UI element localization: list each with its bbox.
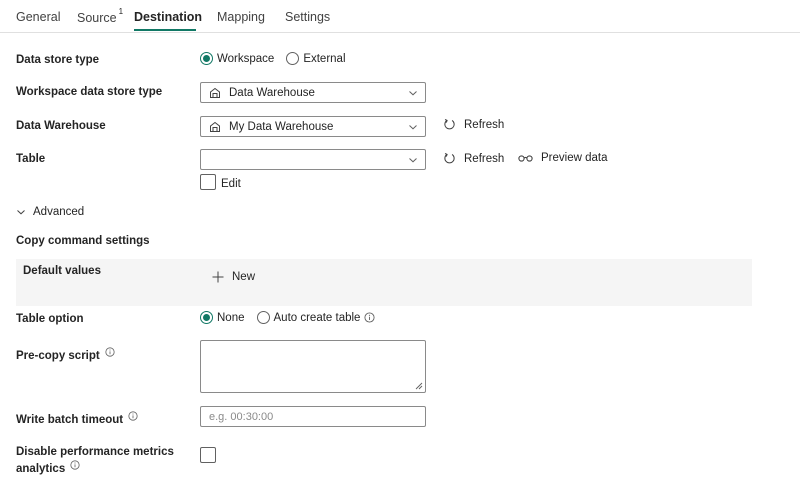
table-dropdown[interactable] [200, 149, 426, 170]
write-batch-timeout-input[interactable] [200, 406, 426, 427]
refresh-icon [444, 153, 455, 164]
tab-general[interactable]: General [16, 10, 60, 24]
radio-workspace-label[interactable]: Workspace [217, 53, 274, 65]
info-icon[interactable] [105, 347, 115, 357]
disable-perf-metrics-label: Disable performance metrics analytics [16, 444, 174, 477]
workspace-data-store-type-label: Workspace data store type [16, 86, 163, 98]
data-warehouse-label: Data Warehouse [16, 120, 106, 132]
disable-perf-metrics-label-line1: Disable performance metrics [16, 446, 174, 458]
chevron-down-icon [409, 91, 417, 96]
data-store-type-label: Data store type [16, 54, 100, 66]
resize-handle-icon[interactable] [415, 382, 423, 390]
radio-auto-create-table[interactable] [256, 311, 270, 324]
tab-source-label: Source [77, 11, 117, 26]
write-batch-timeout-label: Write batch timeout [16, 411, 138, 426]
glasses-icon [518, 155, 533, 162]
tab-source[interactable]: Source 1 [77, 7, 124, 26]
chevron-down-icon [17, 210, 25, 215]
radio-auto-create-table-label[interactable]: Auto create table [274, 312, 361, 324]
data-store-type-radio-group: Workspace External [200, 52, 358, 65]
advanced-toggle[interactable]: Advanced [16, 206, 84, 218]
tab-settings-label: Settings [285, 10, 331, 24]
workspace-data-store-type-value: Data Warehouse [229, 86, 315, 99]
tab-source-badge: 1 [118, 7, 124, 16]
info-icon[interactable] [364, 312, 376, 323]
plus-icon [212, 271, 224, 283]
workspace-data-store-type-dropdown[interactable]: Data Warehouse [200, 82, 426, 103]
info-icon[interactable] [128, 411, 138, 421]
table-option-radio-group: None Auto create table [200, 311, 376, 324]
write-batch-timeout-label-text: Write batch timeout [16, 414, 124, 426]
default-values-new-button[interactable]: New [212, 271, 255, 283]
pre-copy-script-label-text: Pre-copy script [16, 350, 100, 362]
radio-none[interactable] [200, 311, 213, 324]
copy-command-settings-heading: Copy command settings [16, 235, 150, 247]
tab-bar: General Source 1 Destination Mapping Sett… [0, 0, 800, 33]
data-warehouse-dropdown[interactable]: My Data Warehouse [200, 116, 426, 137]
advanced-label: Advanced [33, 206, 85, 218]
tab-mapping-label: Mapping [217, 10, 265, 24]
chevron-down-icon [409, 125, 417, 130]
data-warehouse-refresh-label: Refresh [464, 118, 505, 131]
table-edit-checkbox[interactable] [200, 174, 216, 190]
radio-external[interactable] [286, 52, 300, 65]
warehouse-icon [210, 121, 220, 132]
warehouse-icon [210, 87, 220, 98]
radio-none-label[interactable]: None [217, 312, 245, 324]
default-values-label: Default values [23, 265, 101, 277]
tab-destination-label: Destination [134, 10, 203, 24]
disable-perf-metrics-checkbox[interactable] [200, 447, 216, 463]
refresh-icon [444, 119, 455, 130]
data-warehouse-refresh-button[interactable]: Refresh [443, 118, 504, 131]
pre-copy-script-label: Pre-copy script [16, 347, 115, 362]
chevron-down-icon [409, 158, 417, 163]
tab-destination[interactable]: Destination [134, 10, 202, 24]
info-icon[interactable] [70, 460, 81, 470]
table-refresh-button[interactable]: Refresh [443, 152, 504, 165]
tab-general-label: General [16, 10, 61, 24]
tab-settings[interactable]: Settings [285, 10, 330, 24]
tab-mapping[interactable]: Mapping [217, 10, 265, 24]
table-label: Table [16, 153, 46, 165]
preview-data-button[interactable]: Preview data [518, 152, 607, 164]
table-edit-label[interactable]: Edit [221, 178, 241, 190]
default-values-panel [16, 259, 752, 306]
data-warehouse-value: My Data Warehouse [229, 120, 334, 133]
disable-perf-metrics-label-line2: analytics [16, 463, 66, 475]
radio-external-label[interactable]: External [303, 53, 345, 65]
default-values-new-label: New [232, 271, 256, 283]
pre-copy-script-textarea[interactable] [200, 340, 426, 393]
table-refresh-label: Refresh [464, 152, 505, 165]
radio-workspace[interactable] [200, 52, 213, 65]
table-option-label: Table option [16, 313, 84, 325]
preview-data-label: Preview data [541, 152, 608, 164]
active-tab-indicator [134, 29, 196, 31]
